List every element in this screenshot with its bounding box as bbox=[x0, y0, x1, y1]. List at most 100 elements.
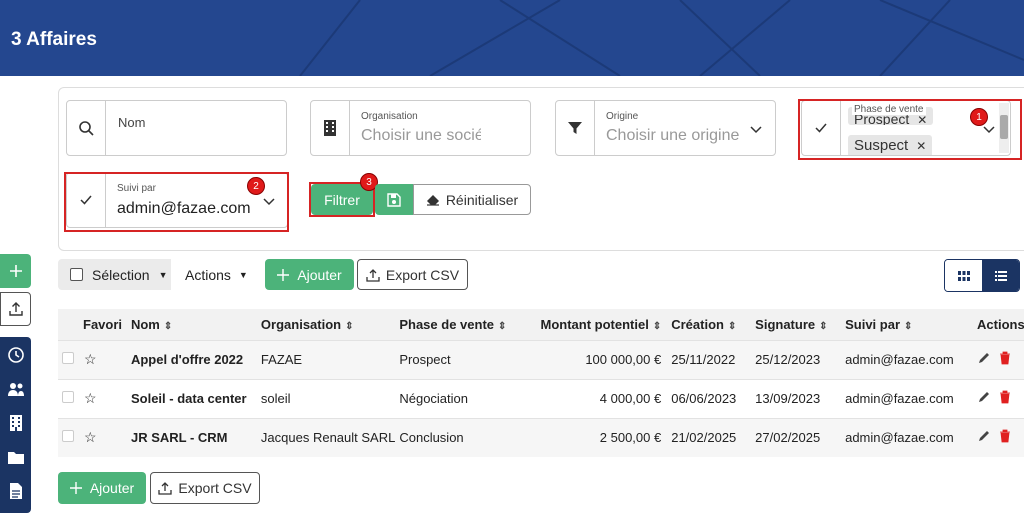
edit-icon[interactable] bbox=[977, 351, 991, 365]
actions-dropdown[interactable]: Actions ▼ bbox=[171, 259, 255, 290]
origine-select[interactable]: Choisir une origine bbox=[606, 127, 746, 145]
cell-creation: 21/02/2025 bbox=[667, 417, 752, 457]
caret-down-icon: ▼ bbox=[158, 269, 168, 280]
sort-icon[interactable]: ⇕ bbox=[904, 321, 912, 332]
selection-dropdown[interactable]: Sélection ▼ bbox=[58, 259, 171, 290]
building-icon bbox=[9, 415, 22, 431]
star-icon[interactable]: ☆ bbox=[84, 390, 97, 406]
footer-export-csv-button[interactable]: Export CSV bbox=[150, 472, 260, 504]
cell-organisation: FAZAE bbox=[256, 339, 396, 379]
cell-actions bbox=[973, 417, 1024, 457]
col-organisation-label: Organisation bbox=[260, 316, 342, 332]
col-phase-label: Phase de vente bbox=[399, 316, 494, 332]
cell-suivi: admin@fazae.com bbox=[841, 339, 974, 379]
trash-icon[interactable] bbox=[999, 351, 1011, 365]
filter-panel: Nom Organisation Choisir une socié Origi… bbox=[58, 87, 1024, 251]
cell-nom[interactable]: JR SARL - CRM bbox=[126, 417, 257, 457]
export-csv-button[interactable]: Export CSV bbox=[357, 259, 468, 290]
upload-icon bbox=[366, 268, 380, 282]
nav-history[interactable] bbox=[0, 339, 31, 371]
col-phase[interactable]: Phase de vente ⇕ bbox=[395, 309, 522, 340]
edit-icon[interactable] bbox=[977, 429, 991, 443]
table-row[interactable]: ☆ JR SARL - CRM Jacques Renault SARL Con… bbox=[58, 417, 1024, 457]
cell-nom[interactable]: Appel d'offre 2022 bbox=[126, 339, 257, 379]
cell-signature: 27/02/2025 bbox=[751, 417, 842, 457]
col-nom-label: Nom bbox=[130, 316, 160, 332]
save-filter-button[interactable] bbox=[375, 184, 413, 215]
cell-signature: 13/09/2023 bbox=[751, 378, 842, 418]
col-actions: Actions bbox=[973, 309, 1024, 340]
cell-nom[interactable]: Soleil - data center bbox=[126, 378, 257, 418]
row-checkbox[interactable] bbox=[62, 352, 74, 364]
document-icon bbox=[9, 483, 22, 499]
users-icon bbox=[7, 383, 24, 396]
quick-export-button[interactable] bbox=[0, 292, 31, 326]
nom-filter-icon-box bbox=[67, 101, 106, 155]
col-montant[interactable]: Montant potentiel ⇕ bbox=[521, 309, 668, 340]
star-icon[interactable]: ☆ bbox=[84, 429, 97, 445]
col-organisation[interactable]: Organisation ⇕ bbox=[256, 309, 396, 340]
organisation-filter-icon-box bbox=[311, 101, 350, 155]
add-button[interactable]: Ajouter bbox=[265, 259, 354, 290]
affaires-table: Favori Nom ⇕ Organisation ⇕ Phase de vente… bbox=[58, 309, 1024, 457]
cell-organisation: soleil bbox=[256, 378, 396, 418]
list-view-button[interactable] bbox=[982, 260, 1019, 291]
table-header-row: Favori Nom ⇕ Organisation ⇕ Phase de vente… bbox=[58, 309, 1024, 340]
cell-actions bbox=[973, 378, 1024, 418]
organisation-select[interactable]: Choisir une socié bbox=[361, 127, 481, 145]
row-checkbox[interactable] bbox=[62, 430, 74, 443]
grid-view-button[interactable] bbox=[945, 260, 982, 291]
side-quick-actions bbox=[0, 254, 31, 326]
footer-export-label: Export CSV bbox=[178, 480, 252, 496]
nav-folders[interactable] bbox=[0, 441, 31, 473]
table-row[interactable]: ☆ Soleil - data center soleil Négociatio… bbox=[58, 378, 1024, 418]
nav-contacts[interactable] bbox=[0, 373, 31, 405]
nom-filter[interactable]: Nom bbox=[66, 100, 287, 156]
col-suivi[interactable]: Suivi par ⇕ bbox=[841, 309, 974, 340]
footer-add-button[interactable]: Ajouter bbox=[58, 472, 146, 504]
select-all-checkbox[interactable] bbox=[70, 268, 83, 281]
funnel-icon bbox=[568, 122, 582, 134]
caret-down-icon: ▼ bbox=[238, 269, 248, 280]
sort-icon[interactable]: ⇕ bbox=[345, 321, 353, 332]
sort-icon[interactable]: ⇕ bbox=[819, 321, 827, 332]
row-select-cell: ☆ bbox=[58, 417, 127, 457]
col-nom[interactable]: Nom ⇕ bbox=[126, 309, 257, 340]
folder-icon bbox=[7, 451, 24, 464]
nav-documents[interactable] bbox=[0, 475, 31, 507]
nom-input[interactable]: Nom bbox=[118, 115, 145, 130]
row-checkbox[interactable] bbox=[62, 391, 74, 403]
col-signature[interactable]: Signature ⇕ bbox=[751, 309, 842, 340]
cell-creation: 06/06/2023 bbox=[667, 378, 752, 418]
sort-icon[interactable]: ⇕ bbox=[498, 321, 506, 332]
trash-icon[interactable] bbox=[999, 429, 1011, 443]
annotation-badge-1: 1 bbox=[970, 108, 988, 126]
edit-icon[interactable] bbox=[977, 390, 991, 404]
reinitialiser-button[interactable]: Réinitialiser bbox=[413, 184, 531, 215]
nav-organisations[interactable] bbox=[0, 407, 31, 439]
cell-montant: 4 000,00 € bbox=[521, 378, 668, 418]
col-suivi-label: Suivi par bbox=[845, 316, 901, 332]
col-creation[interactable]: Création ⇕ bbox=[667, 309, 752, 340]
origine-filter[interactable]: Origine Choisir une origine bbox=[555, 100, 776, 156]
star-icon[interactable]: ☆ bbox=[84, 351, 97, 367]
grid-icon bbox=[957, 270, 970, 281]
reinitialiser-label: Réinitialiser bbox=[445, 191, 519, 208]
plus-icon bbox=[69, 482, 82, 494]
sort-icon[interactable]: ⇕ bbox=[653, 321, 661, 332]
cell-phase: Prospect bbox=[395, 339, 522, 379]
sort-icon[interactable]: ⇕ bbox=[728, 321, 736, 332]
cell-montant: 100 000,00 € bbox=[521, 339, 668, 379]
table-row[interactable]: ☆ Appel d'offre 2022 FAZAE Prospect 100 … bbox=[58, 339, 1024, 379]
header-decoration bbox=[299, 0, 1024, 76]
cell-suivi: admin@fazae.com bbox=[841, 378, 974, 418]
trash-icon[interactable] bbox=[999, 390, 1011, 404]
organisation-filter[interactable]: Organisation Choisir une socié bbox=[310, 100, 531, 156]
clock-icon bbox=[7, 347, 24, 363]
sort-icon[interactable]: ⇕ bbox=[164, 321, 172, 332]
eraser-icon bbox=[426, 194, 439, 206]
export-label: Export CSV bbox=[385, 266, 460, 283]
cell-montant: 2 500,00 € bbox=[521, 417, 668, 457]
quick-add-button[interactable] bbox=[0, 254, 31, 288]
view-toggle bbox=[944, 259, 1020, 292]
